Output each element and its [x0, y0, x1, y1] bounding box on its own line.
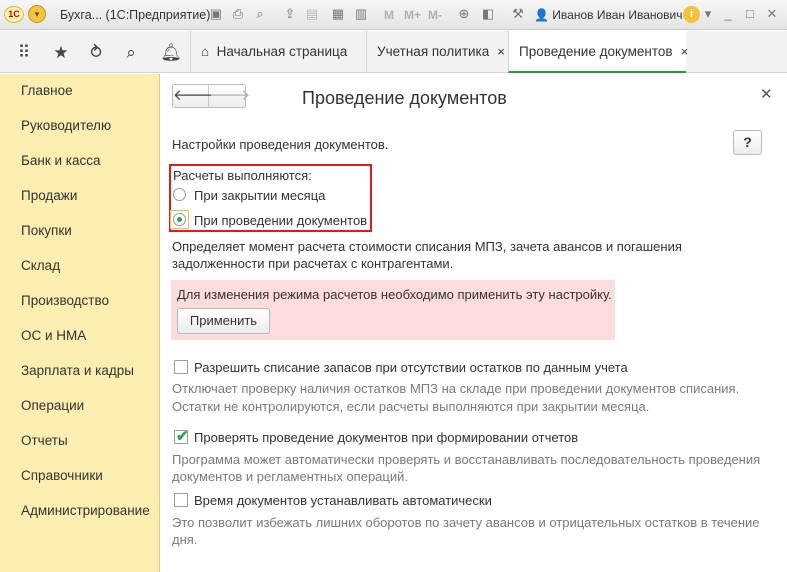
- tab-label: Начальная страница: [216, 44, 348, 59]
- home-icon: ⌂: [201, 44, 210, 59]
- sidebar-item-operations[interactable]: Операции: [21, 398, 84, 413]
- checkbox-verify-posting[interactable]: ✔: [174, 428, 189, 445]
- info-icon[interactable]: i: [683, 6, 700, 23]
- close-window-icon[interactable]: ✕: [764, 6, 780, 22]
- sidebar-item-warehouse[interactable]: Склад: [21, 258, 60, 273]
- sidebar-item-purchases[interactable]: Покупки: [21, 223, 72, 238]
- user-name: Иванов Иван Иванович: [552, 8, 683, 22]
- sidebar-item-sales[interactable]: Продажи: [21, 188, 77, 203]
- current-user[interactable]: 👤 Иванов Иван Иванович: [534, 8, 683, 22]
- app-logo-icon: 1С: [4, 6, 24, 23]
- memory-button-m-plus[interactable]: M+: [404, 8, 421, 22]
- option-description-line: Это позволит избежать лишних оборотов по…: [172, 515, 760, 530]
- tab-label: Проведение документов: [519, 44, 673, 59]
- checkbox-allow-negative-stock[interactable]: [174, 360, 188, 374]
- sections-sidebar: Главное Руководителю Банк и касса Продаж…: [0, 74, 160, 572]
- close-icon[interactable]: ✕: [760, 85, 773, 103]
- print-icon[interactable]: ⎙: [230, 6, 246, 22]
- save-icon[interactable]: ▣: [208, 6, 224, 22]
- option-description-line: документов и регламентных операций.: [172, 469, 408, 484]
- sidebar-item-bank-cash[interactable]: Банк и касса: [21, 153, 101, 168]
- forward-arrow-icon[interactable]: 🡒: [210, 85, 250, 107]
- maximize-icon[interactable]: □: [742, 6, 758, 22]
- grid-menu-icon[interactable]: ⠿: [13, 42, 35, 64]
- radio-group-label: Расчеты выполняются:: [173, 168, 312, 183]
- main-menu-icon[interactable]: ▾: [28, 5, 46, 23]
- main-content: 🡐 🡒 Проведение документов ✕ Настройки пр…: [161, 74, 787, 572]
- apply-button[interactable]: Применить: [177, 308, 270, 334]
- memory-button-m-minus[interactable]: M-: [428, 8, 442, 22]
- warning-text: Для изменения режима расчетов необходимо…: [177, 287, 612, 302]
- help-button[interactable]: ?: [733, 130, 762, 155]
- sidebar-item-fixed-assets[interactable]: ОС и НМА: [21, 328, 86, 343]
- zoom-icon[interactable]: ⊕: [456, 6, 472, 22]
- sections-navbar: ⠿ ★ ⥁ ⌕ 🔔︎ ⌂ Начальная страница Учетная …: [0, 31, 787, 73]
- checkbox-label[interactable]: Разрешить списание запасов при отсутстви…: [194, 360, 628, 375]
- tab-label: Учетная политика: [377, 44, 490, 59]
- memory-button-m[interactable]: M: [384, 8, 394, 22]
- checkbox-auto-document-time[interactable]: [174, 493, 188, 507]
- favorites-star-icon[interactable]: ★: [50, 42, 72, 64]
- calendar-icon[interactable]: ▥: [353, 6, 369, 22]
- sidebar-item-manager[interactable]: Руководителю: [21, 118, 111, 133]
- sidebar-item-payroll[interactable]: Зарплата и кадры: [21, 363, 134, 378]
- history-icon[interactable]: ⥁: [85, 42, 107, 64]
- calculator-icon[interactable]: ▦: [330, 6, 346, 22]
- sidebar-item-production[interactable]: Производство: [21, 293, 109, 308]
- close-tab-icon[interactable]: ×: [497, 44, 505, 59]
- document-icon[interactable]: ▤: [304, 6, 320, 22]
- wrench-icon[interactable]: ⚒: [510, 6, 526, 22]
- radio-description-line: Определяет момент расчета стоимости спис…: [172, 239, 682, 254]
- checkbox-label[interactable]: Проверять проведение документов при форм…: [194, 430, 578, 445]
- sidebar-item-administration[interactable]: Администрирование: [21, 503, 150, 518]
- checkmark-icon: ✔: [176, 428, 189, 445]
- sidebar-item-reports[interactable]: Отчеты: [21, 433, 68, 448]
- tab-document-posting[interactable]: Проведение документов ×: [508, 31, 689, 73]
- close-tab-icon[interactable]: ×: [681, 44, 689, 59]
- page-subtitle: Настройки проведения документов.: [172, 137, 389, 152]
- radio-month-close[interactable]: [173, 188, 186, 201]
- sidebar-item-main[interactable]: Главное: [21, 83, 73, 98]
- window-titlebar: 1С ▾ Бухга... (1С:Предприятие) ▣ ⎙ ⌕ ⇪ ▤…: [0, 0, 787, 30]
- history-nav: 🡐 🡒: [172, 84, 250, 108]
- preview-icon[interactable]: ⌕: [252, 6, 268, 22]
- attach-icon[interactable]: ⇪: [282, 6, 298, 22]
- option-description-line: дня.: [172, 532, 198, 547]
- radio-label[interactable]: При закрытии месяца: [194, 188, 325, 203]
- search-icon[interactable]: ⌕: [120, 42, 142, 64]
- sidebar-item-catalogs[interactable]: Справочники: [21, 468, 103, 483]
- notifications-bell-icon[interactable]: 🔔︎: [160, 42, 182, 64]
- radio-label[interactable]: При проведении документов: [194, 213, 367, 228]
- back-arrow-icon[interactable]: 🡐: [173, 85, 213, 107]
- radio-document-posting[interactable]: [173, 213, 186, 226]
- minimize-icon[interactable]: _: [720, 6, 736, 22]
- chevron-down-icon[interactable]: ▾: [700, 6, 716, 22]
- option-description-line: Программа может автоматически проверять …: [172, 452, 761, 467]
- option-description-line: Отключает проверку наличия остатков МПЗ …: [172, 381, 740, 396]
- radio-description-line: задолженности при расчетах с контрагента…: [172, 256, 454, 271]
- option-description-line: Остатки не контролируются, если расчеты …: [172, 399, 650, 414]
- checkbox-label[interactable]: Время документов устанавливать автоматич…: [194, 493, 492, 508]
- window-title: Бухга... (1С:Предприятие): [60, 8, 211, 22]
- tab-accounting-policy[interactable]: Учетная политика ×: [366, 31, 506, 73]
- panel-icon[interactable]: ◧: [480, 6, 496, 22]
- tab-home[interactable]: ⌂ Начальная страница: [190, 31, 362, 73]
- page-title: Проведение документов: [302, 88, 507, 108]
